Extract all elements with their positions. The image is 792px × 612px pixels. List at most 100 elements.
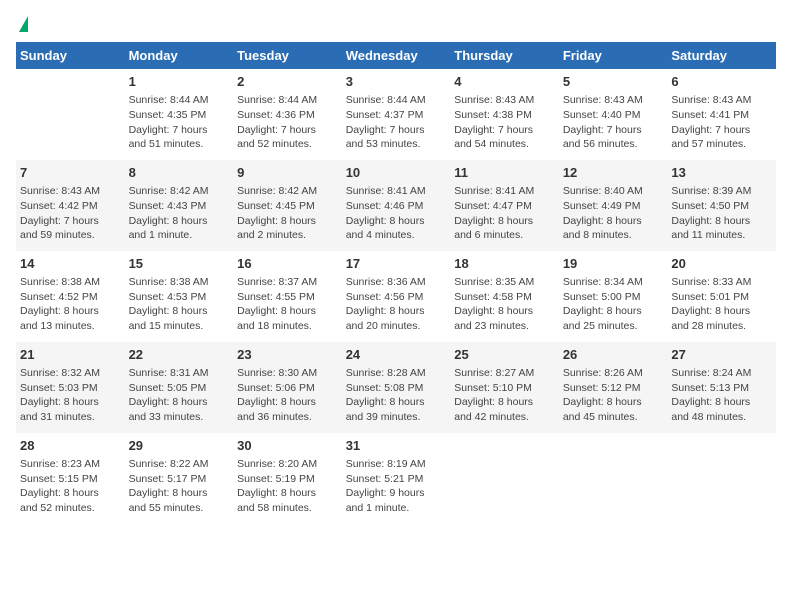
- cell-info: Sunrise: 8:22 AMSunset: 5:17 PMDaylight:…: [129, 457, 230, 516]
- cell-info: Sunrise: 8:27 AMSunset: 5:10 PMDaylight:…: [454, 366, 555, 425]
- cell-info: Sunrise: 8:28 AMSunset: 5:08 PMDaylight:…: [346, 366, 447, 425]
- day-number: 13: [671, 164, 772, 182]
- column-header-saturday: Saturday: [667, 42, 776, 69]
- cell-info: Sunrise: 8:32 AMSunset: 5:03 PMDaylight:…: [20, 366, 121, 425]
- cell-info: Sunrise: 8:41 AMSunset: 4:47 PMDaylight:…: [454, 184, 555, 243]
- calendar-cell: 4 Sunrise: 8:43 AMSunset: 4:38 PMDaylight…: [450, 69, 559, 160]
- day-number: 17: [346, 255, 447, 273]
- calendar-cell: 9Sunrise: 8:42 AMSunset: 4:45 PMDaylight…: [233, 160, 342, 251]
- calendar-cell: 16 Sunrise: 8:37 AMSunset: 4:55 PMDayligh…: [233, 251, 342, 342]
- day-number: 2: [237, 73, 338, 91]
- cell-info: Sunrise: 8:42 AMSunset: 4:43 PMDaylight:…: [129, 184, 230, 243]
- cell-info: Sunrise: 8:26 AMSunset: 5:12 PMDaylight:…: [563, 366, 664, 425]
- column-header-monday: Monday: [125, 42, 234, 69]
- column-header-wednesday: Wednesday: [342, 42, 451, 69]
- calendar-cell: 25 Sunrise: 8:27 AMSunset: 5:10 PMDayligh…: [450, 342, 559, 433]
- calendar-cell: 31 Sunrise: 8:19 AMSunset: 5:21 PMDayligh…: [342, 433, 451, 524]
- calendar-cell: [667, 433, 776, 524]
- calendar-cell: 11Sunrise: 8:41 AMSunset: 4:47 PMDayligh…: [450, 160, 559, 251]
- column-headers: SundayMondayTuesdayWednesdayThursdayFrid…: [16, 42, 776, 69]
- cell-info: Sunrise: 8:34 AMSunset: 5:00 PMDaylight:…: [563, 275, 664, 334]
- calendar-cell: 5 Sunrise: 8:43 AMSunset: 4:40 PMDaylight…: [559, 69, 668, 160]
- day-number: 4: [454, 73, 555, 91]
- day-number: 7: [20, 164, 121, 182]
- cell-info: Sunrise: 8:19 AMSunset: 5:21 PMDaylight:…: [346, 457, 447, 516]
- cell-info: Sunrise: 8:42 AMSunset: 4:45 PMDaylight:…: [237, 184, 338, 243]
- day-number: 5: [563, 73, 664, 91]
- day-number: 31: [346, 437, 447, 455]
- day-number: 1: [129, 73, 230, 91]
- cell-info: Sunrise: 8:30 AMSunset: 5:06 PMDaylight:…: [237, 366, 338, 425]
- day-number: 25: [454, 346, 555, 364]
- calendar-cell: 29Sunrise: 8:22 AMSunset: 5:17 PMDayligh…: [125, 433, 234, 524]
- day-number: 23: [237, 346, 338, 364]
- cell-info: Sunrise: 8:38 AMSunset: 4:52 PMDaylight:…: [20, 275, 121, 334]
- day-number: 20: [671, 255, 772, 273]
- cell-info: Sunrise: 8:20 AMSunset: 5:19 PMDaylight:…: [237, 457, 338, 516]
- cell-info: Sunrise: 8:41 AMSunset: 4:46 PMDaylight:…: [346, 184, 447, 243]
- column-header-sunday: Sunday: [16, 42, 125, 69]
- day-number: 15: [129, 255, 230, 273]
- cell-info: Sunrise: 8:43 AMSunset: 4:38 PMDaylight:…: [454, 93, 555, 152]
- calendar-cell: 6Sunrise: 8:43 AMSunset: 4:41 PMDaylight…: [667, 69, 776, 160]
- calendar-cell: 15 Sunrise: 8:38 AMSunset: 4:53 PMDayligh…: [125, 251, 234, 342]
- day-number: 21: [20, 346, 121, 364]
- calendar-cell: [16, 69, 125, 160]
- cell-info: Sunrise: 8:40 AMSunset: 4:49 PMDaylight:…: [563, 184, 664, 243]
- column-header-tuesday: Tuesday: [233, 42, 342, 69]
- cell-info: Sunrise: 8:43 AMSunset: 4:42 PMDaylight:…: [20, 184, 121, 243]
- cell-info: Sunrise: 8:38 AMSunset: 4:53 PMDaylight:…: [129, 275, 230, 334]
- day-number: 28: [20, 437, 121, 455]
- calendar-cell: 1Sunrise: 8:44 AMSunset: 4:35 PMDaylight…: [125, 69, 234, 160]
- calendar-cell: 10 Sunrise: 8:41 AMSunset: 4:46 PMDayligh…: [342, 160, 451, 251]
- cell-info: Sunrise: 8:33 AMSunset: 5:01 PMDaylight:…: [671, 275, 772, 334]
- calendar-cell: 18Sunrise: 8:35 AMSunset: 4:58 PMDayligh…: [450, 251, 559, 342]
- day-number: 16: [237, 255, 338, 273]
- calendar-cell: [450, 433, 559, 524]
- day-number: 3: [346, 73, 447, 91]
- cell-info: Sunrise: 8:31 AMSunset: 5:05 PMDaylight:…: [129, 366, 230, 425]
- calendar-cell: 23 Sunrise: 8:30 AMSunset: 5:06 PMDayligh…: [233, 342, 342, 433]
- calendar-cell: 28 Sunrise: 8:23 AMSunset: 5:15 PMDayligh…: [16, 433, 125, 524]
- calendar-cell: 30 Sunrise: 8:20 AMSunset: 5:19 PMDayligh…: [233, 433, 342, 524]
- week-row-5: 28 Sunrise: 8:23 AMSunset: 5:15 PMDayligh…: [16, 433, 776, 524]
- day-number: 22: [129, 346, 230, 364]
- calendar-cell: 14 Sunrise: 8:38 AMSunset: 4:52 PMDayligh…: [16, 251, 125, 342]
- calendar-cell: 13 Sunrise: 8:39 AMSunset: 4:50 PMDayligh…: [667, 160, 776, 251]
- logo-triangle-icon: [19, 16, 28, 32]
- day-number: 27: [671, 346, 772, 364]
- logo: [16, 16, 28, 32]
- cell-info: Sunrise: 8:36 AMSunset: 4:56 PMDaylight:…: [346, 275, 447, 334]
- cell-info: Sunrise: 8:23 AMSunset: 5:15 PMDaylight:…: [20, 457, 121, 516]
- week-row-2: 7 Sunrise: 8:43 AMSunset: 4:42 PMDaylight…: [16, 160, 776, 251]
- calendar-table: SundayMondayTuesdayWednesdayThursdayFrid…: [16, 42, 776, 524]
- week-row-1: 1Sunrise: 8:44 AMSunset: 4:35 PMDaylight…: [16, 69, 776, 160]
- calendar-cell: 2 Sunrise: 8:44 AMSunset: 4:36 PMDaylight…: [233, 69, 342, 160]
- cell-info: Sunrise: 8:37 AMSunset: 4:55 PMDaylight:…: [237, 275, 338, 334]
- calendar-cell: 20 Sunrise: 8:33 AMSunset: 5:01 PMDayligh…: [667, 251, 776, 342]
- calendar-cell: 21 Sunrise: 8:32 AMSunset: 5:03 PMDayligh…: [16, 342, 125, 433]
- page-header: [16, 16, 776, 32]
- calendar-cell: 7 Sunrise: 8:43 AMSunset: 4:42 PMDaylight…: [16, 160, 125, 251]
- cell-info: Sunrise: 8:43 AMSunset: 4:40 PMDaylight:…: [563, 93, 664, 152]
- calendar-cell: [559, 433, 668, 524]
- cell-info: Sunrise: 8:44 AMSunset: 4:37 PMDaylight:…: [346, 93, 447, 152]
- cell-info: Sunrise: 8:39 AMSunset: 4:50 PMDaylight:…: [671, 184, 772, 243]
- week-row-3: 14 Sunrise: 8:38 AMSunset: 4:52 PMDayligh…: [16, 251, 776, 342]
- day-number: 26: [563, 346, 664, 364]
- calendar-cell: 3 Sunrise: 8:44 AMSunset: 4:37 PMDaylight…: [342, 69, 451, 160]
- column-header-friday: Friday: [559, 42, 668, 69]
- calendar-cell: 24 Sunrise: 8:28 AMSunset: 5:08 PMDayligh…: [342, 342, 451, 433]
- day-number: 19: [563, 255, 664, 273]
- cell-info: Sunrise: 8:44 AMSunset: 4:36 PMDaylight:…: [237, 93, 338, 152]
- cell-info: Sunrise: 8:35 AMSunset: 4:58 PMDaylight:…: [454, 275, 555, 334]
- calendar-cell: 26 Sunrise: 8:26 AMSunset: 5:12 PMDayligh…: [559, 342, 668, 433]
- day-number: 30: [237, 437, 338, 455]
- day-number: 24: [346, 346, 447, 364]
- day-number: 14: [20, 255, 121, 273]
- day-number: 12: [563, 164, 664, 182]
- day-number: 10: [346, 164, 447, 182]
- column-header-thursday: Thursday: [450, 42, 559, 69]
- calendar-cell: 19 Sunrise: 8:34 AMSunset: 5:00 PMDayligh…: [559, 251, 668, 342]
- cell-info: Sunrise: 8:43 AMSunset: 4:41 PMDaylight:…: [671, 93, 772, 152]
